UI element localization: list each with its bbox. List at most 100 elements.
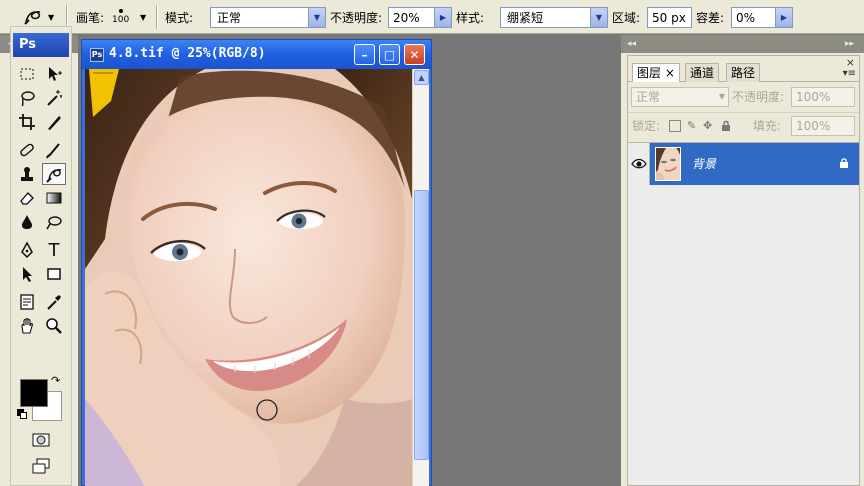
close-button[interactable]: ✕ <box>404 44 425 65</box>
layer-opacity-label: 不透明度: <box>732 90 785 104</box>
collapse-dock-icon[interactable]: ▸▸ <box>845 35 854 53</box>
chevron-down-icon: ▼ <box>718 92 725 101</box>
history-brush-icon[interactable] <box>42 163 66 185</box>
lock-paint-icon[interactable]: ✎ <box>687 120 699 132</box>
layer-opacity-value: 100% <box>796 90 831 104</box>
notes-tool-icon[interactable] <box>15 291 39 313</box>
layer-name: 背景 <box>692 157 717 171</box>
panel-menu-icon[interactable]: ▾≡ <box>843 68 856 79</box>
blend-mode-select[interactable]: 正常 ▼ <box>631 87 729 107</box>
path-selection-icon[interactable] <box>15 263 39 285</box>
crop-tool-icon[interactable] <box>15 111 39 133</box>
portrait-photo <box>85 69 412 486</box>
image-canvas[interactable] <box>85 69 412 486</box>
eraser-tool-icon[interactable] <box>15 187 39 209</box>
brush-label: 画笔: <box>76 10 105 25</box>
tolerance-value: 0% <box>736 10 756 25</box>
blur-tool-icon[interactable] <box>15 211 39 233</box>
document-title-bar[interactable]: Ps 4.8.tif @ 25%(RGB/8) – □ ✕ <box>82 40 431 69</box>
chevron-down-icon: ▼ <box>590 8 607 27</box>
lock-all-icon[interactable] <box>720 120 732 132</box>
lock-position-icon[interactable]: ✥ <box>703 120 715 132</box>
area-input[interactable]: 50 px <box>647 7 692 28</box>
maximize-button[interactable]: □ <box>379 44 400 65</box>
magic-wand-icon[interactable] <box>42 87 66 109</box>
layers-panel: 图层 × 通道 路径 × ▾≡ 正常 ▼ 不透明度: 100% 锁定: ✎ ✥ … <box>627 55 860 486</box>
vertical-scrollbar[interactable]: ▲ <box>412 69 429 486</box>
dodge-tool-icon[interactable] <box>42 211 66 233</box>
toolbox: Ps T ↷ <box>10 26 72 486</box>
quick-mask-icon[interactable] <box>29 429 53 451</box>
layer-row-background[interactable]: 背景 <box>628 143 859 185</box>
minimize-button[interactable]: – <box>354 44 375 65</box>
foreground-color-swatch[interactable] <box>20 379 48 407</box>
lock-label: 锁定: <box>632 119 661 133</box>
mode-label: 模式: <box>165 10 194 25</box>
screen-mode-icon[interactable] <box>29 455 53 477</box>
mode-value: 正常 <box>217 11 242 25</box>
tab-paths[interactable]: 路径 <box>726 63 761 82</box>
brush-dot-icon <box>118 9 123 13</box>
minimize-icon: – <box>361 47 368 62</box>
layers-list: 背景 <box>628 142 859 485</box>
document-title: 4.8.tif @ 25%(RGB/8) <box>109 46 266 61</box>
opacity-value: 20% <box>393 10 420 25</box>
layer-opacity-input[interactable]: 100% <box>791 87 855 107</box>
style-value: 绷紧短 <box>507 11 544 25</box>
eyedropper-icon[interactable] <box>42 291 66 313</box>
marquee-tool-icon[interactable] <box>15 63 39 85</box>
expand-dock-icon[interactable]: ◂◂ <box>627 35 636 53</box>
fill-value: 100% <box>796 119 831 133</box>
blend-row: 正常 ▼ 不透明度: 100% <box>628 83 859 111</box>
hand-tool-icon[interactable] <box>15 315 39 337</box>
area-label: 区域: <box>612 10 641 25</box>
chevron-right-icon[interactable]: ▶ <box>434 8 451 27</box>
area-value: 50 px <box>652 10 686 25</box>
gradient-tool-icon[interactable] <box>42 187 66 209</box>
options-bar: ▼ 画笔: 100 ▼ 模式: 正常 ▼ 不透明度: 20% ▶ 样式: 绷紧短… <box>0 0 864 34</box>
slice-tool-icon[interactable] <box>42 111 66 133</box>
zoom-tool-icon[interactable] <box>42 315 66 337</box>
fill-label: 填充: <box>753 119 782 133</box>
opacity-label: 不透明度: <box>330 10 383 25</box>
maximize-icon: □ <box>383 47 396 62</box>
style-label: 样式: <box>456 10 485 25</box>
dock-header: ◂◂ ▸▸ <box>621 35 864 53</box>
lock-transparency-icon[interactable] <box>669 120 681 132</box>
text-tool-icon[interactable]: T <box>42 239 66 261</box>
clone-stamp-icon[interactable] <box>15 163 39 185</box>
swap-colors-icon[interactable]: ↷ <box>51 374 60 387</box>
lock-row: 锁定: ✎ ✥ 填充: 100% <box>628 112 859 140</box>
tab-channels[interactable]: 通道 <box>685 63 720 82</box>
chevron-right-icon[interactable]: ▶ <box>775 8 792 27</box>
layer-thumbnail <box>655 147 681 181</box>
rectangle-tool-icon[interactable] <box>42 263 66 285</box>
blend-mode-value: 正常 <box>636 90 661 104</box>
tolerance-input[interactable]: 0% ▶ <box>731 7 793 28</box>
style-select[interactable]: 绷紧短 ▼ <box>500 7 608 28</box>
ps-logo[interactable]: Ps <box>13 33 69 57</box>
move-tool-icon[interactable] <box>42 63 66 85</box>
lasso-tool-icon[interactable] <box>15 87 39 109</box>
panel-dock: ◂◂ ▸▸ 图层 × 通道 路径 × ▾≡ 正常 ▼ 不透明度: 100% 锁定… <box>621 35 864 486</box>
brush-tool-icon[interactable] <box>42 139 66 161</box>
mode-select[interactable]: 正常 ▼ <box>210 7 326 28</box>
eye-icon <box>631 158 647 169</box>
scroll-thumb[interactable] <box>414 190 429 460</box>
tolerance-label: 容差: <box>696 10 725 25</box>
opacity-input[interactable]: 20% ▶ <box>388 7 452 28</box>
default-colors-icon[interactable] <box>17 409 27 419</box>
brush-preset-picker[interactable]: 100 <box>112 0 129 34</box>
tab-layers[interactable]: 图层 × <box>632 63 680 82</box>
document-window: Ps 4.8.tif @ 25%(RGB/8) – □ ✕ ▲ <box>81 39 432 486</box>
brush-dropdown-icon[interactable]: ▼ <box>140 0 146 34</box>
ps-document-icon: Ps <box>90 48 104 62</box>
brush-size: 100 <box>112 15 130 25</box>
close-icon: ✕ <box>409 47 420 62</box>
visibility-toggle[interactable] <box>628 143 650 185</box>
pen-tool-icon[interactable] <box>15 239 39 261</box>
scroll-up-icon[interactable]: ▲ <box>414 70 429 85</box>
healing-brush-icon[interactable] <box>15 139 39 161</box>
fill-input[interactable]: 100% <box>791 116 855 136</box>
layer-lock-icon <box>839 157 849 168</box>
